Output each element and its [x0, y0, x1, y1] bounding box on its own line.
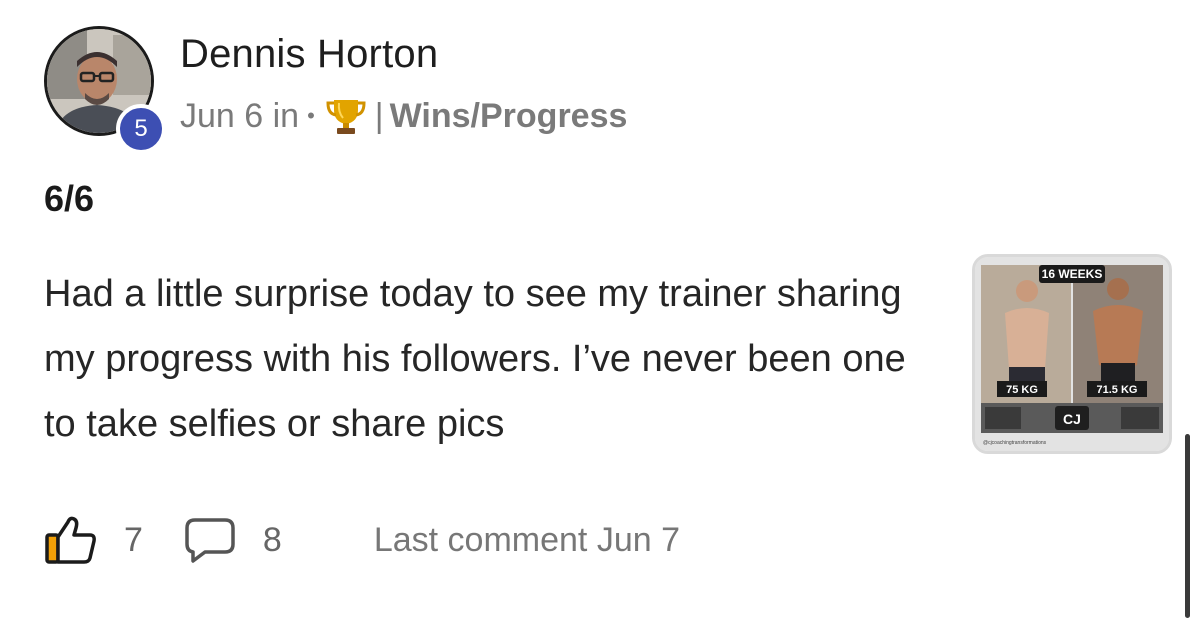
weeks-banner: 16 WEEKS: [1042, 267, 1103, 281]
post-title[interactable]: 6/6: [44, 178, 94, 220]
post-thumbnail[interactable]: 16 WEEKS 75 KG 71.5 KG CJ @cjcoachingtra…: [972, 254, 1172, 454]
category-link[interactable]: Wins/Progress: [390, 97, 628, 136]
last-comment-text: Last comment Jun 7: [373, 520, 680, 559]
level-badge: 5: [116, 104, 166, 154]
level-number: 5: [134, 115, 148, 142]
before-weight: 75 KG: [1006, 384, 1038, 396]
coach-handle: @cjcoachingtransformations: [983, 440, 1047, 446]
trophy-icon: [326, 100, 366, 134]
meta-separator: •: [307, 103, 315, 128]
post-date: Jun 6 in: [180, 96, 300, 135]
author-name[interactable]: Dennis Horton: [180, 32, 438, 77]
thumbs-up-icon[interactable]: [44, 514, 98, 566]
post-meta: Jun 6 in • | Wins/Progress: [180, 96, 627, 136]
coach-logo: CJ: [1063, 411, 1081, 427]
post-body[interactable]: Had a little surprise today to see my tr…: [44, 262, 924, 457]
like-count: 7: [124, 520, 143, 559]
post-footer: 7 8 Last comment Jun 7: [44, 512, 680, 568]
after-weight: 71.5 KG: [1097, 384, 1138, 396]
scrollbar[interactable]: [1185, 434, 1190, 618]
progress-photo: 16 WEEKS 75 KG 71.5 KG CJ @cjcoachingtra…: [975, 257, 1169, 451]
comment-icon[interactable]: [183, 516, 237, 564]
comment-count: 8: [262, 520, 282, 559]
category-divider: |: [374, 96, 384, 135]
